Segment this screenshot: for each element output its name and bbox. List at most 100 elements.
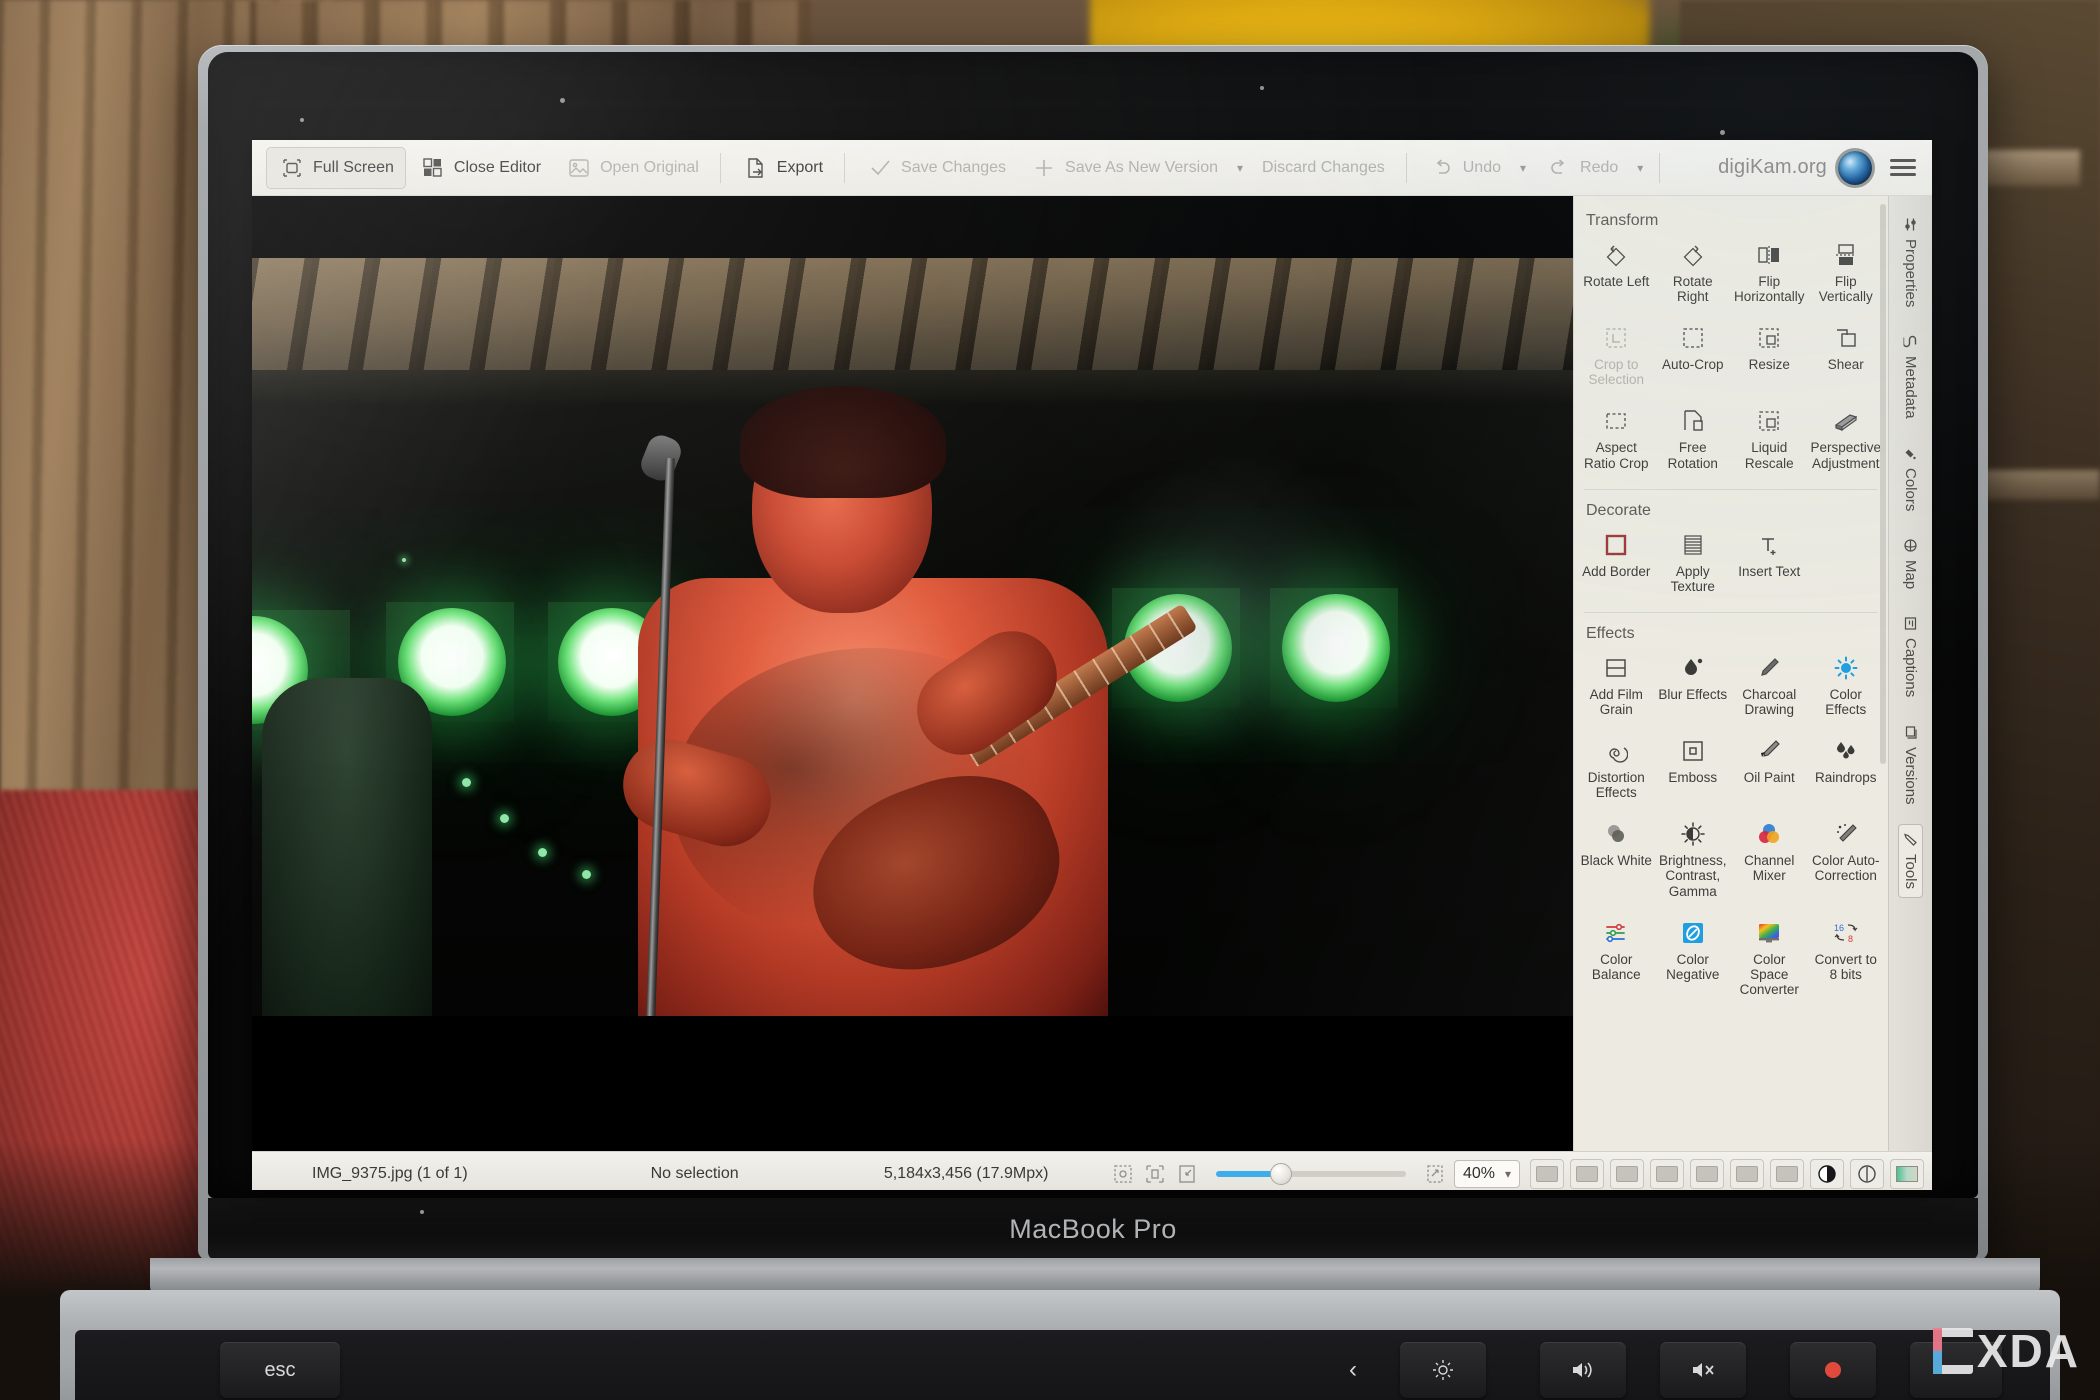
save-as-new-version-button[interactable]: Save As New Version xyxy=(1019,148,1229,188)
tool-color-negative[interactable]: Color Negative xyxy=(1655,915,1732,1001)
tool-auto-crop[interactable]: Auto-Crop xyxy=(1655,320,1732,391)
undo-button[interactable]: Undo xyxy=(1417,148,1512,188)
tool-rotate-left[interactable]: Rotate Left xyxy=(1578,237,1655,308)
color-preview-icon[interactable] xyxy=(1890,1158,1925,1189)
brightness-key[interactable] xyxy=(1400,1342,1486,1398)
tool-raindrops[interactable]: Raindrops xyxy=(1808,733,1885,804)
tool-color-balance[interactable]: Color Balance xyxy=(1578,915,1655,1001)
tool-shear[interactable]: Shear xyxy=(1808,320,1885,391)
tool-perspective-adjustment[interactable]: Perspective Adjustment xyxy=(1808,403,1885,474)
tool-flip-horizontally[interactable]: Flip Horizontally xyxy=(1731,237,1808,308)
zoom-controls xyxy=(1112,1162,1446,1185)
thumbbar-icon-3[interactable] xyxy=(1610,1158,1645,1189)
sidebar-tab-label: Captions xyxy=(1902,638,1919,698)
tools-sidebar-panel: Transform Rotate Left Rotate Right Flip … xyxy=(1573,196,1888,1151)
undo-caret-icon[interactable]: ▾ xyxy=(1514,161,1532,175)
group-title-effects: Effects xyxy=(1586,624,1635,642)
tool-distortion-effects[interactable]: Distortion Effects xyxy=(1578,733,1655,804)
tool-label: Convert to 8 bits xyxy=(1814,951,1877,982)
tool-crop-to-selection[interactable]: Crop to Selection xyxy=(1578,320,1655,391)
hamburger-menu-icon[interactable] xyxy=(1890,159,1916,176)
tool-aspect-ratio-crop[interactable]: Aspect Ratio Crop xyxy=(1578,403,1655,474)
zoom-level-select[interactable]: 40% ▾ xyxy=(1453,1159,1521,1188)
tool-rotate-right[interactable]: Rotate Right xyxy=(1655,237,1732,308)
keyboard-function-row xyxy=(75,1330,2050,1400)
tool-brightness-contrast-gamma[interactable]: Brightness, Contrast, Gamma xyxy=(1655,816,1732,902)
brightness-icon xyxy=(1679,820,1707,848)
image-canvas[interactable] xyxy=(252,196,1573,1151)
info-filled-icon[interactable] xyxy=(1810,1158,1845,1189)
tool-flip-vertically[interactable]: Flip Vertically xyxy=(1808,237,1885,308)
tools-panel-scrollbar[interactable] xyxy=(1880,204,1886,764)
open-original-button[interactable]: Open Original xyxy=(554,148,710,188)
sidebar-tab-map[interactable]: Map xyxy=(1899,531,1922,597)
prev-key[interactable]: ‹ xyxy=(1330,1342,1376,1398)
tool-resize[interactable]: Resize xyxy=(1731,320,1808,391)
sidebar-tab-tools[interactable]: Tools xyxy=(1898,824,1923,899)
checkmark-icon xyxy=(866,154,894,182)
save-changes-label: Save Changes xyxy=(901,158,1007,176)
sidebar-tab-versions[interactable]: Versions xyxy=(1899,718,1922,813)
close-editor-button[interactable]: Close Editor xyxy=(408,148,552,188)
bokeh-1 xyxy=(462,778,471,787)
tool-label: Insert Text xyxy=(1738,563,1801,579)
sidebar-tab-captions[interactable]: Captions xyxy=(1899,609,1922,705)
transform-tool-grid: Rotate Left Rotate Right Flip Horizontal… xyxy=(1574,237,1888,487)
zoom-to-100-icon[interactable] xyxy=(1176,1164,1198,1184)
tool-color-space-converter[interactable]: Color Space Converter xyxy=(1731,915,1808,1001)
thumbbar-icon-6[interactable] xyxy=(1730,1158,1765,1189)
tool-convert-to-8-bits[interactable]: 16 8 Convert to 8 bits xyxy=(1808,915,1885,1001)
tool-apply-texture[interactable]: Apply Texture xyxy=(1655,527,1732,598)
tool-add-film-grain[interactable]: Add Film Grain xyxy=(1578,650,1655,721)
save-as-new-version-caret-icon[interactable]: ▾ xyxy=(1231,161,1249,175)
zoom-slider[interactable] xyxy=(1215,1162,1406,1185)
colors-icon xyxy=(1904,445,1918,462)
redo-caret-icon[interactable]: ▾ xyxy=(1631,161,1649,175)
thumbbar-icon-2[interactable] xyxy=(1570,1158,1605,1189)
save-changes-button[interactable]: Save Changes xyxy=(855,148,1017,188)
tool-oil-paint[interactable]: Oil Paint xyxy=(1731,733,1808,804)
thumbbar-icon-5[interactable] xyxy=(1690,1158,1725,1189)
fullscreen-icon xyxy=(278,154,306,182)
free-rotation-icon xyxy=(1679,407,1707,435)
fit-to-selection-icon[interactable] xyxy=(1112,1164,1134,1184)
tool-label: Free Rotation xyxy=(1667,440,1718,471)
tool-liquid-rescale[interactable]: Liquid Rescale xyxy=(1731,403,1808,474)
tool-color-auto-correction[interactable]: Color Auto-Correction xyxy=(1808,816,1885,902)
tool-emboss[interactable]: Emboss xyxy=(1655,733,1732,804)
tool-charcoal-drawing[interactable]: Charcoal Drawing xyxy=(1731,650,1808,721)
export-button[interactable]: Export xyxy=(731,148,834,188)
map-globe-icon xyxy=(1904,538,1918,555)
thumbbar-icon-7[interactable] xyxy=(1770,1158,1805,1189)
mute-key[interactable] xyxy=(1660,1342,1746,1398)
tool-insert-text[interactable]: Insert Text xyxy=(1731,527,1808,598)
sidebar-tab-properties[interactable]: Properties xyxy=(1899,210,1922,315)
tool-free-rotation[interactable]: Free Rotation xyxy=(1655,403,1732,474)
digikam-application-window: Full Screen Close Editor Open Original E… xyxy=(252,140,1932,1190)
distortion-spiral-icon xyxy=(1602,737,1630,765)
tool-add-border[interactable]: Add Border xyxy=(1578,527,1655,598)
record-key[interactable] xyxy=(1790,1342,1876,1398)
tool-blur-effects[interactable]: Blur Effects xyxy=(1655,650,1732,721)
add-border-icon xyxy=(1602,531,1630,559)
fit-to-window-icon[interactable] xyxy=(1144,1164,1166,1184)
color-negative-icon xyxy=(1679,919,1707,947)
esc-key[interactable]: esc xyxy=(220,1342,340,1398)
redo-button[interactable]: Redo xyxy=(1534,148,1629,188)
tool-channel-mixer[interactable]: Channel Mixer xyxy=(1731,816,1808,902)
rotate-right-icon xyxy=(1679,241,1707,269)
tool-black-white[interactable]: Black White xyxy=(1578,816,1655,902)
zoom-in-icon[interactable] xyxy=(1424,1164,1446,1184)
tool-color-effects[interactable]: Color Effects xyxy=(1808,650,1885,721)
sidebar-tab-colors[interactable]: Colors xyxy=(1899,439,1922,519)
info-outline-icon[interactable] xyxy=(1850,1158,1885,1189)
zoom-slider-handle[interactable] xyxy=(1269,1162,1292,1185)
thumbbar-icon-1[interactable] xyxy=(1530,1158,1565,1189)
sidebar-tab-metadata[interactable]: Metadata xyxy=(1899,327,1922,427)
insert-text-icon xyxy=(1755,531,1783,559)
full-screen-button[interactable]: Full Screen xyxy=(266,146,406,189)
thumbbar-icon-4[interactable] xyxy=(1650,1158,1685,1189)
volume-up-key[interactable] xyxy=(1540,1342,1626,1398)
discard-changes-button[interactable]: Discard Changes xyxy=(1251,153,1396,183)
aspect-ratio-crop-icon xyxy=(1602,407,1630,435)
